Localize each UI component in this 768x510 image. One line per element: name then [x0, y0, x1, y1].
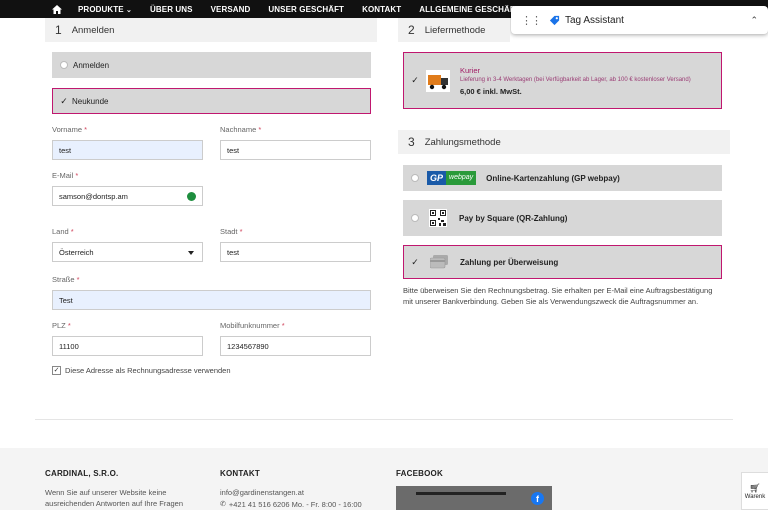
nachname-input[interactable]: test	[220, 140, 371, 160]
bank-transfer-note: Bitte überweisen Sie den Rechnungsbetrag…	[403, 286, 713, 306]
chevron-down-icon: ⌄	[126, 6, 132, 14]
land-value: Österreich	[59, 247, 94, 257]
qr-code-icon	[429, 209, 447, 227]
dropdown-arrow-icon	[188, 251, 194, 255]
footer-contact-heading: KONTAKT	[220, 469, 260, 478]
section-title: Liefermethode	[424, 24, 486, 36]
delivery-truck-icon	[426, 69, 450, 92]
nav-item-kontakt[interactable]: KONTAKT	[362, 5, 401, 14]
courier-name: Kurier	[460, 65, 481, 75]
footer-company-text: Wenn Sie auf unserer Website keine ausre…	[45, 488, 184, 508]
section-number: 3	[408, 135, 415, 149]
footer-divider	[35, 419, 733, 420]
expand-collapse-icon[interactable]: ⌃	[750, 15, 758, 26]
facebook-icon[interactable]: f	[531, 492, 544, 505]
stadt-label: Stadt *	[220, 227, 243, 236]
drag-handle-icon[interactable]: ⋮⋮	[521, 14, 542, 27]
footer-facebook-heading: FACEBOOK	[396, 469, 443, 478]
email-label: E-Mail *	[52, 171, 79, 180]
mobil-input[interactable]: 1234567890	[220, 336, 371, 356]
plz-input[interactable]: 11100	[52, 336, 203, 356]
billing-address-checkbox-row[interactable]: ✓ Diese Adresse als Rechnungsadresse ver…	[52, 366, 231, 375]
plz-label: PLZ *	[52, 321, 71, 330]
payment-bank-transfer-option[interactable]: ✓ Zahlung per Überweisung	[403, 245, 722, 279]
tag-assistant-title: Tag Assistant	[565, 14, 624, 26]
home-icon[interactable]	[52, 4, 62, 14]
land-select[interactable]: Österreich	[52, 242, 203, 262]
section-number: 2	[408, 23, 415, 37]
payment-section-header: 3 Zahlungsmethode	[398, 130, 730, 154]
section-title: Anmelden	[71, 24, 115, 36]
payment-pay-by-square-option[interactable]: Pay by Square (QR-Zahlung)	[403, 200, 722, 236]
vorname-input[interactable]: test	[52, 140, 203, 160]
strasse-input[interactable]: Test	[52, 290, 371, 310]
footer-contact-phone-row: ✆ +421 41 516 6206 Mo. - Fr. 8:00 - 16:0…	[220, 499, 362, 510]
login-option-label: Anmelden	[73, 60, 110, 70]
bank-transfer-label: Zahlung per Überweisung	[460, 257, 559, 267]
billing-checkbox[interactable]: ✓	[52, 366, 61, 375]
nav-item-produkte[interactable]: PRODUKTE ⌄	[78, 5, 132, 14]
phone-icon: ✆	[220, 501, 226, 508]
curtain-rod-image	[416, 492, 506, 495]
pay-by-square-radio[interactable]	[411, 214, 419, 222]
courier-description: Lieferung in 3-4 Werktagen (bei Verfügba…	[460, 76, 691, 83]
section-number: 1	[55, 23, 62, 37]
section-title: Zahlungsmethode	[424, 136, 501, 148]
cart-icon: 🛒︎	[749, 483, 761, 493]
vorname-label: Vorname *	[52, 125, 88, 134]
checkmark-icon: ✓	[411, 256, 419, 267]
cart-label: Warenk	[744, 494, 766, 500]
new-customer-option[interactable]: ✓ Neukunde	[52, 88, 371, 114]
gp-webpay-logo: GP webpay	[427, 171, 477, 185]
delivery-section-header: 2 Liefermethode	[398, 18, 510, 42]
footer-contact-email[interactable]: info@gardinenstangen.at	[220, 487, 304, 498]
gp-webpay-radio[interactable]	[411, 174, 419, 182]
gp-webpay-label: Online-Kartenzahlung (GP webpay)	[486, 173, 620, 183]
stadt-input[interactable]: test	[220, 242, 371, 262]
cart-widget[interactable]: 🛒︎ Warenk	[741, 472, 768, 510]
footer-company-heading: CARDINAL, S.R.O.	[45, 469, 119, 478]
password-manager-icon[interactable]	[187, 192, 196, 201]
nav-item-versand[interactable]: VERSAND	[211, 5, 251, 14]
login-radio[interactable]	[60, 61, 68, 69]
facebook-widget[interactable]: f	[396, 486, 552, 510]
footer-contact-phone[interactable]: +421 41 516 6206 Mo. - Fr. 8:00 - 16:00	[229, 499, 362, 510]
nachname-label: Nachname *	[220, 125, 262, 134]
land-label: Land *	[52, 227, 74, 236]
checkmark-icon: ✓	[60, 95, 68, 106]
nav-item-unser-geschaft[interactable]: UNSER GESCHÄFT	[268, 5, 344, 14]
payment-gp-webpay-option[interactable]: GP webpay Online-Kartenzahlung (GP webpa…	[403, 165, 722, 191]
pay-by-square-label: Pay by Square (QR-Zahlung)	[459, 213, 568, 223]
billing-checkbox-label: Diese Adresse als Rechnungsadresse verwe…	[65, 366, 231, 375]
email-input[interactable]: samson@dontsp.am	[52, 186, 203, 206]
credit-card-icon	[430, 255, 448, 269]
new-customer-option-label: Neukunde	[72, 96, 109, 106]
checkmark-icon: ✓	[411, 75, 419, 85]
courier-option[interactable]: ✓ Kurier Lieferung in 3-4 Werktagen (bei…	[403, 52, 722, 109]
tag-assistant-icon	[549, 15, 560, 25]
nav-item-uber-uns[interactable]: ÜBER UNS	[150, 5, 193, 14]
mobil-label: Mobilfunknummer *	[220, 321, 285, 330]
courier-price: 6,00 € inkl. MwSt.	[460, 86, 522, 96]
tag-assistant-panel[interactable]: ⋮⋮ Tag Assistant ⌃	[511, 6, 768, 34]
login-option[interactable]: Anmelden	[52, 52, 371, 78]
login-section-header: 1 Anmelden	[45, 18, 377, 42]
email-value: samson@dontsp.am	[59, 191, 128, 201]
strasse-label: Straße *	[52, 275, 80, 284]
